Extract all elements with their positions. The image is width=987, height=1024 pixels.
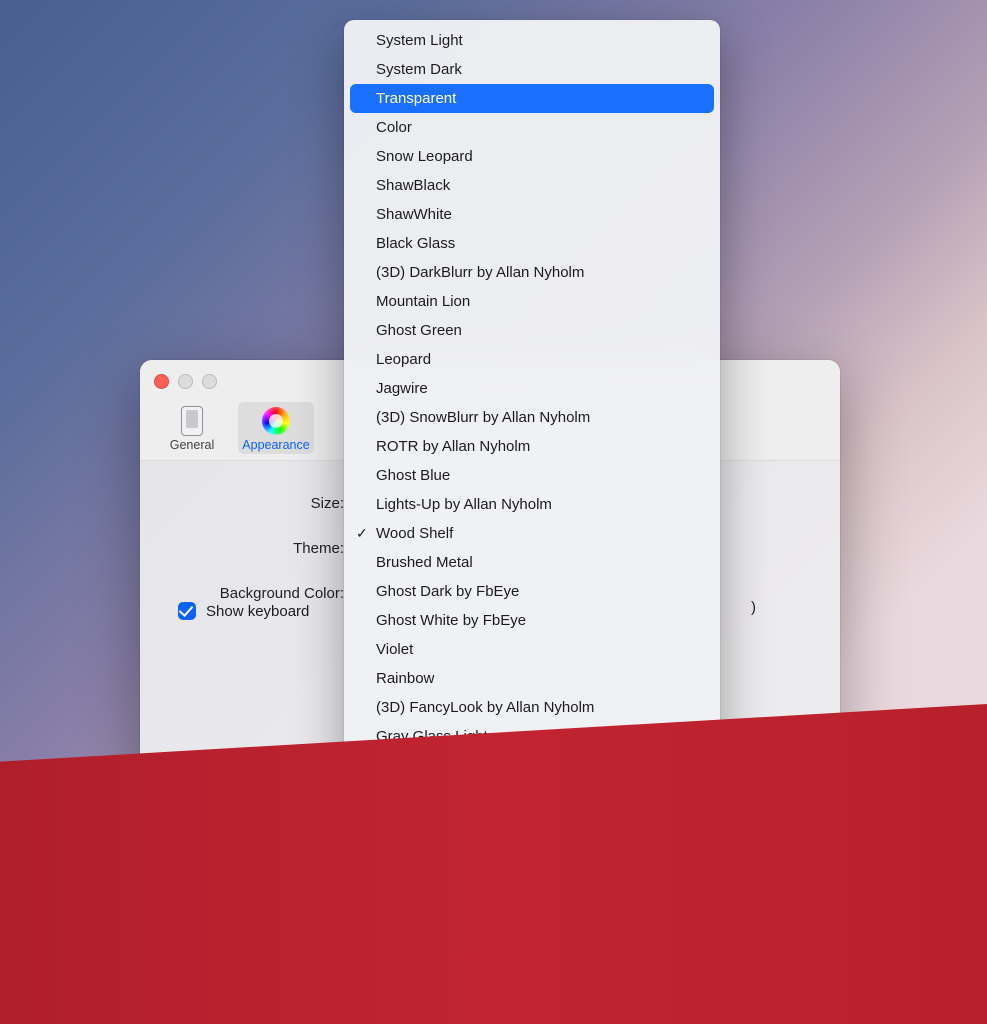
menu-item-label: (3D) DarkBlurr by Allan Nyholm: [376, 264, 584, 281]
menu-item-label: Elementary: [376, 786, 452, 803]
menu-item[interactable]: Mountain Lion: [350, 287, 714, 316]
menu-item[interactable]: ShawBlack: [350, 171, 714, 200]
menu-item-label: Black Glass: [376, 235, 455, 252]
menu-item[interactable]: (3D) DarkBlurr by Allan Nyholm: [350, 258, 714, 287]
menu-item[interactable]: Ghost White by FbEye: [350, 606, 714, 635]
menu-item[interactable]: Orange: [350, 867, 714, 896]
menu-item[interactable]: Lights-Up by Allan Nyholm: [350, 490, 714, 519]
menu-item-label: Wood Shelf: [376, 525, 453, 542]
menu-item-label: System Dark: [376, 61, 462, 78]
theme-dropdown-menu[interactable]: System Light System Dark Transparent Color S…: [344, 20, 720, 931]
zoom-button[interactable]: [202, 374, 217, 389]
obscured-text-3: ): [751, 599, 756, 616]
tab-appearance-label: Appearance: [240, 438, 312, 452]
menu-item-label: Leopard: [376, 351, 431, 368]
preferences-toolbar: General Appearance: [154, 402, 314, 454]
menu-item-label: ShawWhite: [376, 206, 452, 223]
menu-item[interactable]: System Dark: [350, 55, 714, 84]
menu-item-label: Color: [376, 119, 412, 136]
menu-item-label: Ghost Green: [376, 322, 462, 339]
close-button[interactable]: [154, 374, 169, 389]
obscured-text-2: h button: [767, 863, 818, 882]
menu-item[interactable]: Snow Leopard: [350, 142, 714, 171]
menu-item[interactable]: Yosemite Light: [350, 896, 714, 925]
menu-item[interactable]: Ghost Dark by FbEye: [350, 577, 714, 606]
menu-item[interactable]: Transparent: [350, 84, 714, 113]
menu-item-label: Ghost Blue: [376, 467, 450, 484]
tab-general[interactable]: General: [154, 402, 230, 454]
general-icon: [177, 406, 207, 436]
menu-item-label: Mountain Lion: [376, 293, 470, 310]
menu-item-label: Frost mini by FbEye: [376, 844, 509, 861]
menu-item-label: (3D) FancyLook by Allan Nyholm: [376, 699, 594, 716]
menu-item-label: Transparent: [376, 90, 456, 107]
menu-item[interactable]: Brushed Metal: [350, 548, 714, 577]
menu-item[interactable]: (3D) FancyLook by Allan Nyholm: [350, 693, 714, 722]
label-theme: Theme:: [164, 540, 352, 557]
show-keyboard-row[interactable]: Show keyboard: [178, 602, 309, 620]
menu-item-label: ROTR by Allan Nyholm: [376, 438, 530, 455]
menu-item-label: (3D) SnowBlurr by Allan Nyholm: [376, 409, 590, 426]
show-keyboard-label: Show keyboard: [206, 603, 309, 620]
list-button-label: List: [771, 899, 793, 915]
window-controls: [154, 374, 217, 389]
obscured-text-1: ch Folder ckground r), Folder: [760, 771, 818, 828]
label-size: Size:: [164, 495, 352, 512]
menu-item-label: Ghost White by FbEye: [376, 612, 526, 629]
menu-item[interactable]: Plastic: [350, 751, 714, 780]
menu-item-label: Lights-Up by Allan Nyholm: [376, 496, 552, 513]
menu-item[interactable]: Jagwire: [350, 374, 714, 403]
menu-item[interactable]: Gray Glass Light: [350, 722, 714, 751]
menu-item-label: System Light: [376, 32, 463, 49]
menu-item[interactable]: Ghost Blue: [350, 461, 714, 490]
menu-item[interactable]: Black Glass: [350, 229, 714, 258]
menu-item-label: Orange: [376, 873, 426, 890]
check-icon: ✓: [356, 525, 368, 542]
desktop-wallpaper: General Appearance Size: Theme: Backgrou…: [0, 0, 987, 1024]
menu-item-label: Yosemite Light: [376, 902, 474, 919]
menu-item[interactable]: Ghost Green: [350, 316, 714, 345]
menu-item[interactable]: ShawWhite: [350, 200, 714, 229]
menu-item[interactable]: System Light: [350, 26, 714, 55]
menu-item[interactable]: Frost mini by FbEye: [350, 838, 714, 867]
label-bgcolor: Background Color:: [164, 585, 352, 602]
menu-item[interactable]: ROTR by Allan Nyholm: [350, 432, 714, 461]
menu-item[interactable]: Black: [350, 809, 714, 838]
menu-item-label: Ghost Dark by FbEye: [376, 583, 519, 600]
menu-item[interactable]: ✓ Wood Shelf: [350, 519, 714, 548]
menu-item[interactable]: (3D) SnowBlurr by Allan Nyholm: [350, 403, 714, 432]
appearance-icon: [261, 406, 291, 436]
menu-item-label: Plastic: [376, 757, 420, 774]
minimize-button[interactable]: [178, 374, 193, 389]
menu-item-label: Violet: [376, 641, 413, 658]
menu-item-label: Black: [376, 815, 413, 832]
menu-item[interactable]: Rainbow: [350, 664, 714, 693]
menu-item-label: Rainbow: [376, 670, 434, 687]
menu-item-label: Brushed Metal: [376, 554, 473, 571]
menu-item[interactable]: Violet: [350, 635, 714, 664]
show-keyboard-checkbox[interactable]: [178, 602, 196, 620]
list-button[interactable]: List: [754, 893, 810, 920]
tab-general-label: General: [156, 438, 228, 452]
menu-item-label: Gray Glass Light: [376, 728, 488, 745]
menu-item[interactable]: Color: [350, 113, 714, 142]
tab-appearance[interactable]: Appearance: [238, 402, 314, 454]
menu-item-label: Snow Leopard: [376, 148, 473, 165]
menu-item-label: ShawBlack: [376, 177, 450, 194]
menu-item[interactable]: Elementary: [350, 780, 714, 809]
menu-item[interactable]: Leopard: [350, 345, 714, 374]
menu-item-label: Jagwire: [376, 380, 428, 397]
